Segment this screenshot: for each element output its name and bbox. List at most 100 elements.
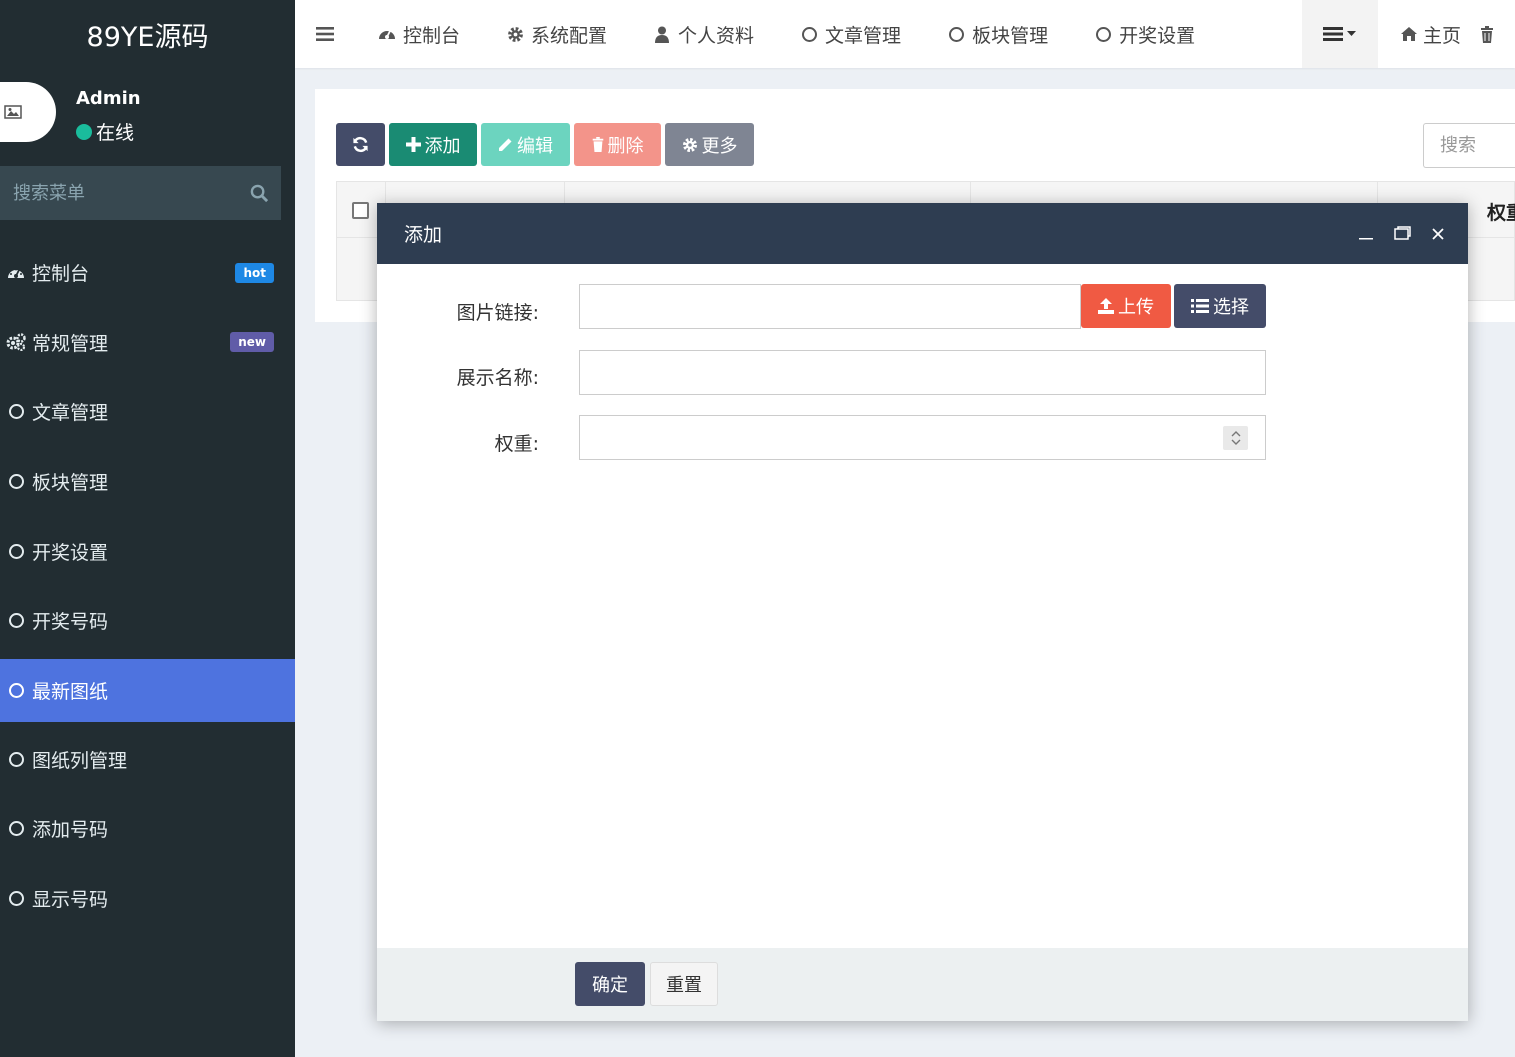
image-link-label: 图片链接: xyxy=(456,302,539,324)
maximize-icon[interactable] xyxy=(1392,224,1412,244)
trash-icon[interactable] xyxy=(1481,0,1515,68)
dialog-header[interactable]: 添加 xyxy=(377,203,1468,264)
add-button[interactable]: 添加 xyxy=(389,123,477,166)
display-name-input[interactable] xyxy=(579,350,1266,395)
tab-label: 系统配置 xyxy=(531,24,608,47)
user-panel: Admin 在线 xyxy=(0,68,295,162)
sidebar-item-lottery-settings[interactable]: 开奖设置 xyxy=(0,516,295,586)
dialog-title: 添加 xyxy=(404,224,443,246)
sidebar-item-label: 图纸列管理 xyxy=(32,749,128,772)
confirm-button[interactable]: 确定 xyxy=(575,962,645,1006)
sidebar-item-lottery-numbers[interactable]: 开奖号码 xyxy=(0,586,295,656)
sidebar-item-dashboard[interactable]: 控制台 hot xyxy=(0,238,295,308)
circle-icon xyxy=(6,611,26,631)
gear-icon xyxy=(682,137,697,152)
circle-icon xyxy=(6,472,26,492)
minimize-icon[interactable] xyxy=(1356,224,1376,244)
delete-label: 删除 xyxy=(607,135,644,157)
delete-button[interactable]: 删除 xyxy=(574,123,661,166)
app-logo[interactable]: 89YE源码 xyxy=(0,0,295,68)
sidebar-item-label: 开奖设置 xyxy=(32,541,109,564)
reset-button[interactable]: 重置 xyxy=(650,962,718,1006)
sidebar: 89YE源码 Admin 在线 控制台 hot 常规管理 new xyxy=(0,0,295,1057)
circle-icon xyxy=(6,541,26,561)
home-label: 主页 xyxy=(1422,24,1461,47)
sidebar-menu: 控制台 hot 常规管理 new 文章管理 板块管理 开奖设置 开奖号码 最新图… xyxy=(0,238,295,933)
table-search-input[interactable] xyxy=(1440,135,1515,156)
cogs-icon xyxy=(6,332,26,352)
dialog-footer: 确定 重置 xyxy=(377,948,1468,1021)
edit-label: 编辑 xyxy=(517,135,553,157)
home-link[interactable]: 主页 xyxy=(1378,21,1481,48)
circle-icon xyxy=(6,889,26,909)
trash-icon xyxy=(592,137,603,152)
user-icon xyxy=(653,25,671,43)
sidebar-item-sections[interactable]: 板块管理 xyxy=(0,447,295,517)
display-name-label: 展示名称: xyxy=(456,367,539,389)
tab-label: 控制台 xyxy=(403,24,461,47)
tab-label: 板块管理 xyxy=(972,24,1049,47)
sidebar-item-drawing-columns[interactable]: 图纸列管理 xyxy=(0,725,295,795)
user-name: Admin xyxy=(76,88,141,109)
refresh-icon xyxy=(353,136,368,153)
upload-label: 上传 xyxy=(1118,297,1154,318)
tab-sections[interactable]: 板块管理 xyxy=(924,0,1071,68)
sidebar-item-latest-drawings[interactable]: 最新图纸 xyxy=(0,658,295,722)
sidebar-item-label: 文章管理 xyxy=(32,402,109,425)
add-dialog: 添加 图片链接: 上传 选择 展示名称: 权重: 确定 重置 xyxy=(377,203,1468,1021)
dashboard-icon xyxy=(6,263,26,283)
circle-icon xyxy=(1094,25,1112,43)
more-button[interactable]: 更多 xyxy=(665,123,754,166)
sidebar-item-general[interactable]: 常规管理 new xyxy=(0,308,295,378)
circle-icon xyxy=(6,680,26,700)
tab-articles[interactable]: 文章管理 xyxy=(777,0,924,68)
more-label: 更多 xyxy=(701,135,738,157)
upload-button[interactable]: 上传 xyxy=(1081,284,1171,328)
pencil-icon xyxy=(499,138,512,151)
image-link-input[interactable] xyxy=(579,284,1081,329)
sidebar-item-label: 常规管理 xyxy=(32,332,109,355)
select-all-checkbox[interactable] xyxy=(352,202,369,219)
tab-dashboard[interactable]: 控制台 xyxy=(355,0,483,68)
list-icon xyxy=(1191,299,1209,313)
edit-button[interactable]: 编辑 xyxy=(481,123,570,166)
sidebar-item-label: 控制台 xyxy=(32,263,90,286)
avatar xyxy=(0,82,56,142)
upload-icon xyxy=(1098,298,1114,314)
column-header-weight[interactable]: 权重 xyxy=(1487,198,1515,225)
tab-profile[interactable]: 个人资料 xyxy=(630,0,777,68)
circle-icon xyxy=(947,25,965,43)
circle-icon xyxy=(800,25,818,43)
add-label: 添加 xyxy=(424,135,461,157)
sidebar-item-articles[interactable]: 文章管理 xyxy=(0,377,295,447)
sidebar-search-input[interactable] xyxy=(13,182,238,204)
plus-icon xyxy=(405,137,421,152)
number-spinner-icon[interactable] xyxy=(1223,426,1248,450)
tab-label: 文章管理 xyxy=(825,24,902,47)
menu-toggle-icon[interactable] xyxy=(295,0,355,68)
tab-system-config[interactable]: 系统配置 xyxy=(483,0,630,68)
new-badge: new xyxy=(230,332,274,353)
sidebar-item-show-numbers[interactable]: 显示号码 xyxy=(0,864,295,934)
online-dot-icon xyxy=(76,123,92,140)
dialog-controls xyxy=(1356,203,1448,264)
weight-input[interactable] xyxy=(579,415,1266,460)
sidebar-item-add-numbers[interactable]: 添加号码 xyxy=(0,794,295,864)
sidebar-search xyxy=(0,166,281,220)
sidebar-item-label: 开奖号码 xyxy=(32,611,109,634)
hot-badge: hot xyxy=(235,262,274,283)
home-icon xyxy=(1400,27,1417,41)
tab-lottery-settings[interactable]: 开奖设置 xyxy=(1071,0,1218,68)
search-icon[interactable] xyxy=(238,166,281,220)
gear-icon xyxy=(506,25,524,43)
circle-icon xyxy=(6,749,26,769)
select-button[interactable]: 选择 xyxy=(1174,284,1266,328)
close-icon[interactable] xyxy=(1428,224,1448,244)
user-status: 在线 xyxy=(76,118,134,145)
table-search xyxy=(1423,123,1515,168)
list-icon xyxy=(1323,27,1344,41)
sidebar-item-label: 板块管理 xyxy=(32,472,109,495)
refresh-button[interactable] xyxy=(336,123,385,166)
tabs-dropdown-button[interactable] xyxy=(1301,0,1378,68)
sidebar-item-label: 最新图纸 xyxy=(32,680,109,703)
